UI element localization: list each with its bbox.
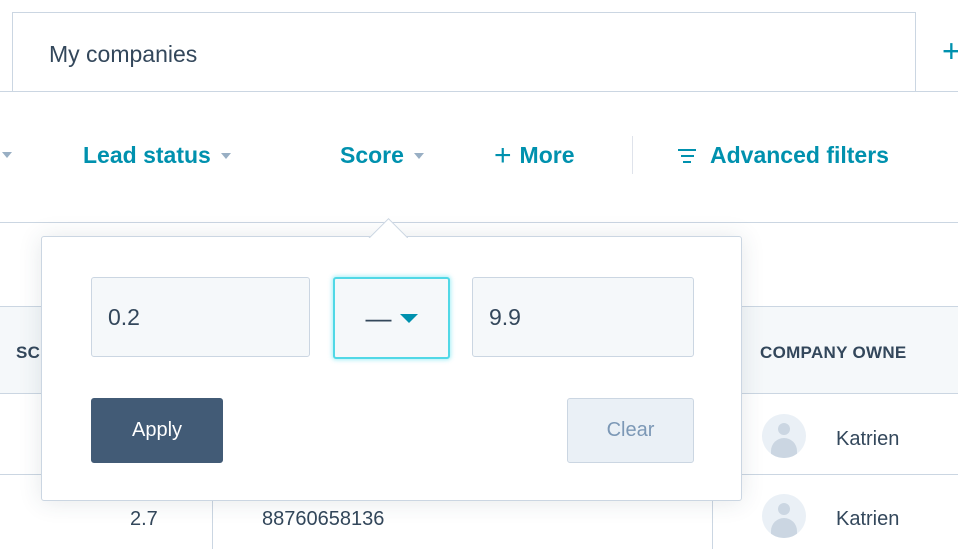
range-operator-value: — bbox=[365, 302, 392, 333]
apply-button-label: Apply bbox=[131, 419, 183, 441]
view-tab-bar: My companies + bbox=[0, 0, 958, 92]
plus-icon: + bbox=[494, 138, 512, 172]
score-filter[interactable]: Score bbox=[340, 142, 424, 169]
view-tab-my-companies[interactable]: My companies bbox=[12, 12, 916, 92]
clear-button[interactable]: Clear bbox=[567, 398, 694, 463]
score-filter-label: Score bbox=[340, 142, 404, 168]
advanced-filters-label: Advanced filters bbox=[710, 142, 889, 168]
column-header-company-owner[interactable]: COMPANY OWNE bbox=[760, 343, 907, 363]
lead-status-filter-label: Lead status bbox=[83, 142, 211, 168]
score-caret-icon bbox=[413, 152, 424, 159]
filter-lines-icon bbox=[678, 148, 696, 163]
owner-name[interactable]: Katrien bbox=[836, 508, 899, 531]
owner-name[interactable]: Katrien bbox=[836, 428, 899, 451]
filter-bar-divider bbox=[632, 136, 633, 174]
column-header-score[interactable]: SC bbox=[16, 343, 40, 363]
previous-filter-caret-icon[interactable] bbox=[2, 152, 12, 158]
advanced-filters-button[interactable]: Advanced filters bbox=[678, 142, 889, 169]
lead-status-caret-icon bbox=[220, 152, 231, 159]
score-min-input[interactable]: 0.2 bbox=[91, 277, 310, 357]
view-tab-label: My companies bbox=[49, 41, 198, 67]
lead-status-filter[interactable]: Lead status bbox=[83, 142, 231, 169]
clear-button-label: Clear bbox=[606, 419, 655, 441]
popover-pointer bbox=[368, 208, 408, 238]
score-min-value: 0.2 bbox=[108, 303, 140, 330]
phone-number[interactable]: 88760658136 bbox=[262, 508, 384, 531]
owner-avatar bbox=[762, 494, 806, 538]
owner-avatar bbox=[762, 414, 806, 458]
more-filters-button[interactable]: + More bbox=[494, 138, 575, 172]
tab-bar-divider bbox=[0, 91, 958, 92]
add-view-plus-icon[interactable]: + bbox=[942, 35, 958, 67]
table-top-border bbox=[0, 222, 958, 223]
apply-button[interactable]: Apply bbox=[91, 398, 223, 463]
score-filter-popover: 0.2 — 9.9 Apply Clear bbox=[41, 236, 742, 501]
more-filters-label: More bbox=[519, 142, 575, 168]
score-max-input[interactable]: 9.9 bbox=[472, 277, 694, 357]
chevron-down-icon bbox=[399, 313, 418, 323]
range-operator-select[interactable]: — bbox=[333, 277, 450, 359]
score-max-value: 9.9 bbox=[489, 303, 521, 330]
score-value: 2.7 bbox=[130, 508, 158, 530]
filter-bar: Lead status Score + More Advanced filter… bbox=[0, 128, 958, 186]
